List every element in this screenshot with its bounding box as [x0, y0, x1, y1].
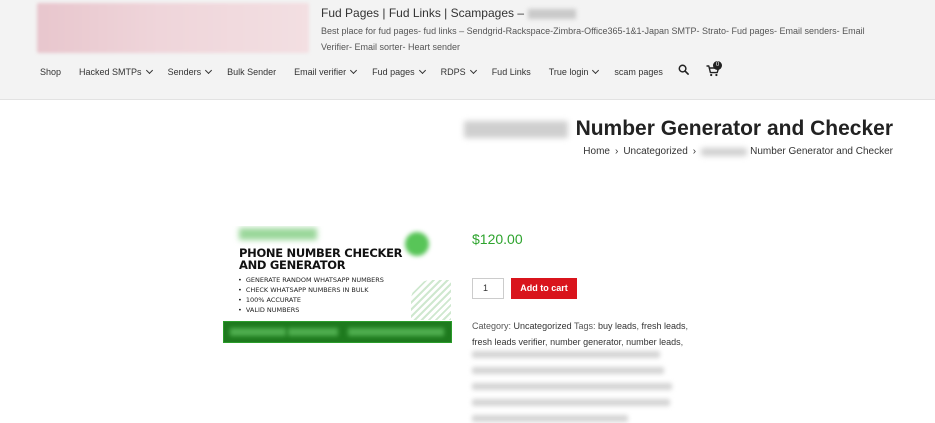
product-meta: Category: Uncategorized Tags: buy leads,…: [472, 321, 689, 347]
nav-item-fud-pages[interactable]: Fud pages: [372, 66, 426, 77]
breadcrumb-category[interactable]: Uncategorized: [623, 146, 687, 157]
product-price: $120.00: [472, 231, 523, 247]
nav-item-rdps[interactable]: RDPS: [440, 66, 477, 77]
contact-bar-blurred-text: [230, 328, 286, 336]
product-image-heading-line: AND GENERATOR: [239, 258, 346, 272]
nav-item-shop[interactable]: Shop: [40, 67, 61, 77]
site-title-text: Fud Pages | Fud Links | Scampages –: [321, 6, 525, 20]
nav-label: Fud Links: [491, 67, 531, 77]
nav-label: Hacked SMTPs: [79, 67, 142, 77]
tag-link[interactable]: number leads: [626, 337, 681, 347]
chevron-down-icon: [205, 66, 213, 75]
chevron-right-icon: ›: [614, 146, 619, 157]
site-title[interactable]: Fud Pages | Fud Links | Scampages –: [321, 6, 577, 20]
product-image-contact-bar: [223, 321, 452, 343]
nav-label: RDPS: [440, 67, 466, 77]
nav-item-senders[interactable]: Senders: [167, 66, 213, 77]
page-title: Number Generator and Checker: [463, 117, 893, 141]
cart-count-badge: 0: [713, 61, 722, 70]
blurred-tags: [472, 351, 672, 423]
product-image-features: GENERATE RANDOM WHATSAPP NUMBERS CHECK W…: [238, 275, 384, 315]
feature-item: GENERATE RANDOM WHATSAPP NUMBERS: [238, 275, 384, 285]
tags-label: Tags:: [573, 321, 596, 331]
product-image[interactable]: PHONE NUMBER CHECKER AND GENERATOR GENER…: [223, 226, 452, 344]
chevron-down-icon: [145, 66, 153, 75]
nav-item-hacked-smtps[interactable]: Hacked SMTPs: [79, 66, 153, 77]
nav-item-email-verifier[interactable]: Email verifier: [294, 66, 358, 77]
tag-link[interactable]: number generator: [550, 337, 621, 347]
feature-item: VALID NUMBERS: [238, 305, 384, 315]
main-nav: Shop Hacked SMTPs Senders Bulk Sender Em…: [40, 66, 663, 78]
breadcrumb-current: Number Generator and Checker: [750, 146, 893, 157]
contact-bar-blurred-text: [348, 328, 444, 336]
site-header: Fud Pages | Fud Links | Scampages – Best…: [0, 0, 935, 100]
nav-item-fud-links[interactable]: Fud Links: [492, 67, 531, 77]
site-title-blurred: [528, 8, 577, 19]
nav-label: Shop: [40, 67, 62, 77]
page-title-blurred-word: [463, 120, 568, 138]
feature-item: CHECK WHATSAPP NUMBERS IN BULK: [238, 285, 384, 295]
nav-label: Senders: [167, 67, 202, 77]
nav-label: Fud pages: [372, 67, 415, 77]
product-image-logo: [239, 228, 317, 240]
decorative-stripes: [411, 280, 451, 320]
site-logo[interactable]: [37, 3, 309, 53]
tag-link[interactable]: fresh leads verifier: [472, 337, 545, 347]
category-label: Category:: [472, 321, 512, 331]
nav-item-true-login[interactable]: True login: [548, 66, 600, 77]
page-title-text: Number Generator and Checker: [575, 117, 893, 140]
whatsapp-icon: [405, 232, 429, 256]
nav-label: scam pages: [614, 67, 663, 77]
category-link[interactable]: Uncategorized: [514, 321, 572, 331]
search-icon[interactable]: [678, 64, 689, 75]
tag-link[interactable]: fresh leads: [642, 321, 686, 331]
add-to-cart-button[interactable]: Add to cart: [511, 278, 577, 299]
product-image-heading: PHONE NUMBER CHECKER AND GENERATOR: [239, 247, 402, 271]
chevron-right-icon: ›: [692, 146, 697, 157]
breadcrumb-home[interactable]: Home: [583, 146, 610, 157]
chevron-down-icon: [350, 66, 358, 75]
breadcrumb-blurred-word: [701, 147, 748, 156]
contact-bar-blurred-text: [288, 328, 338, 336]
tag-link[interactable]: buy leads: [598, 321, 637, 331]
nav-label: True login: [548, 67, 589, 77]
feature-item: 100% ACCURATE: [238, 295, 384, 305]
chevron-down-icon: [469, 66, 477, 75]
site-tagline: Best place for fud pages- fud links – Se…: [321, 26, 865, 52]
nav-item-bulk-sender[interactable]: Bulk Sender: [227, 67, 276, 77]
nav-label: Bulk Sender: [227, 67, 277, 77]
quantity-input[interactable]: 1: [472, 278, 504, 299]
nav-item-scam-pages[interactable]: scam pages: [614, 67, 663, 77]
chevron-down-icon: [418, 66, 426, 75]
nav-label: Email verifier: [294, 67, 347, 77]
breadcrumb: Home › Uncategorized › Number Generator …: [583, 146, 893, 157]
chevron-down-icon: [592, 66, 600, 75]
